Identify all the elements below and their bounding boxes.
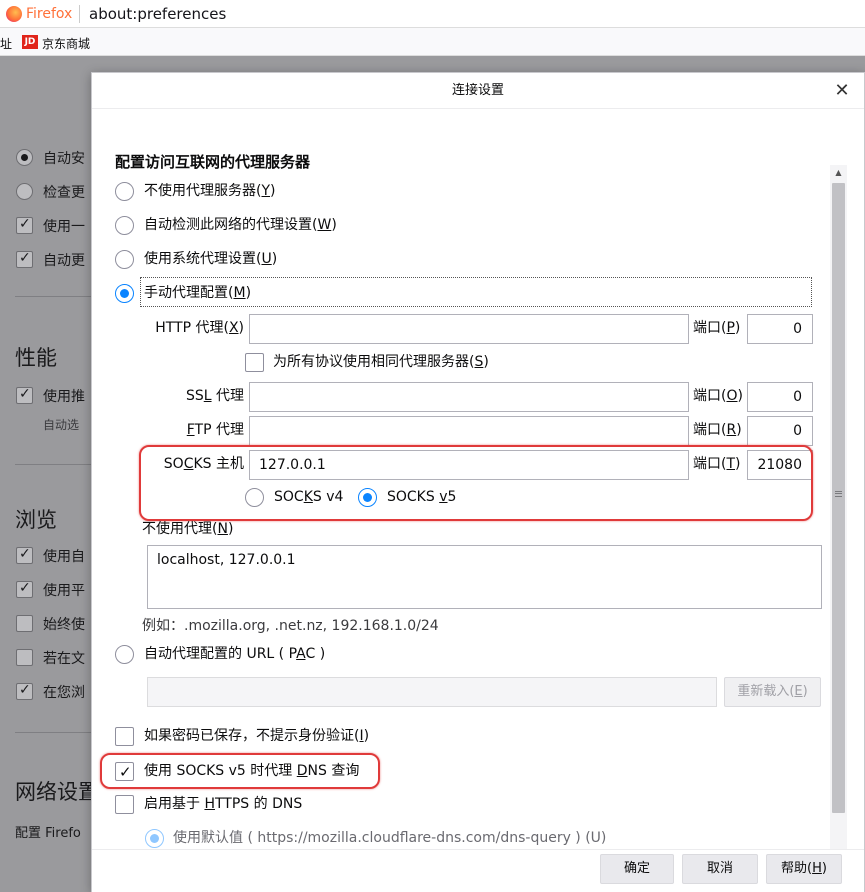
dialog-title: 连接设置: [92, 73, 864, 109]
url-separator: [79, 5, 80, 23]
reload-button[interactable]: 重新载入(E): [724, 677, 821, 707]
checkbox-icon: [16, 546, 33, 564]
bookmarks-toolbar: 址 JD 京东商城: [0, 28, 865, 56]
bg-heading-performance: 性能: [15, 346, 57, 370]
radio-icon: [16, 183, 33, 200]
radio-icon: [16, 149, 33, 166]
dialog-body: 配置访问互联网的代理服务器 不使用代理服务器(Y) 自动检测此网络的代理设置(W…: [92, 109, 864, 849]
radio-icon: [115, 216, 134, 235]
bg-heading-network: 网络设置: [15, 780, 99, 804]
bg-perf-sub: 自动选: [43, 418, 80, 432]
bookmark-item-truncated[interactable]: 址: [0, 35, 12, 52]
url-input[interactable]: about:preferences: [89, 5, 226, 23]
checkbox-icon: [16, 615, 33, 632]
checkbox-icon: [245, 353, 264, 372]
url-bar: Firefox about:preferences: [0, 0, 865, 28]
radio-icon: [145, 829, 164, 848]
grip-icon: [835, 491, 842, 497]
http-proxy-input[interactable]: [249, 314, 689, 344]
ssl-proxy-input[interactable]: [249, 382, 689, 412]
dialog-footer: 确定 取消 帮助(H): [92, 849, 864, 892]
scroll-up-icon[interactable]: ▲: [830, 165, 847, 181]
close-icon[interactable]: ✕: [832, 81, 852, 101]
ftp-proxy-label: FTP 代理: [186, 422, 244, 438]
help-button[interactable]: 帮助(H): [766, 854, 842, 884]
radio-icon: [115, 284, 134, 303]
checkbox-icon: [16, 216, 33, 234]
checkbox-icon: [16, 682, 33, 700]
radio-icon: [115, 250, 134, 269]
connection-settings-dialog: 连接设置 ✕ 配置访问互联网的代理服务器 不使用代理服务器(Y) 自动检测此网络…: [91, 72, 865, 892]
http-port-label: 端口(P): [693, 320, 741, 336]
checkbox-icon: [115, 795, 134, 814]
checkbox-icon: [115, 727, 134, 746]
ssl-port-input[interactable]: 0: [747, 382, 813, 412]
bg-network-text: 配置 Firefo: [15, 826, 81, 841]
ssl-proxy-label: SSL 代理: [185, 388, 244, 404]
firefox-logo-icon: [6, 6, 22, 22]
ok-button[interactable]: 确定: [600, 854, 674, 884]
radio-icon: [115, 645, 134, 664]
checkbox-icon: [16, 580, 33, 598]
socks-annotation-highlight: [139, 445, 813, 521]
socks-dns-annotation-highlight: [100, 753, 380, 789]
cancel-button[interactable]: 取消: [682, 854, 758, 884]
jd-icon: JD: [22, 35, 38, 49]
http-port-input[interactable]: 0: [747, 314, 813, 344]
scrollbar-thumb[interactable]: [832, 183, 845, 813]
bg-divider: [15, 296, 95, 297]
ftp-port-label: 端口(R): [693, 422, 742, 438]
bg-heading-browsing: 浏览: [15, 508, 57, 532]
ftp-proxy-input[interactable]: [249, 416, 689, 446]
ftp-port-input[interactable]: 0: [747, 416, 813, 446]
ssl-port-label: 端口(O): [693, 388, 743, 404]
dialog-scrollbar[interactable]: ▲ ▼: [830, 165, 847, 849]
no-proxy-example: 例如：.mozilla.org, .net.nz, 192.168.1.0/24: [142, 618, 439, 634]
proxy-heading: 配置访问互联网的代理服务器: [115, 153, 311, 171]
checkbox-icon: [16, 386, 33, 404]
checkbox-icon: [16, 649, 33, 666]
radio-icon: [115, 182, 134, 201]
no-proxy-for-label: 不使用代理(N): [142, 521, 234, 537]
http-proxy-label: HTTP 代理(X): [155, 320, 244, 336]
no-proxy-textarea[interactable]: localhost, 127.0.0.1: [147, 545, 822, 609]
checkbox-icon: [16, 250, 33, 268]
browser-brand: Firefox: [26, 6, 73, 22]
pac-url-input[interactable]: [147, 677, 717, 707]
bookmark-item-jd[interactable]: 京东商城: [42, 35, 90, 52]
bg-divider: [15, 464, 95, 465]
bg-divider: [15, 732, 95, 733]
